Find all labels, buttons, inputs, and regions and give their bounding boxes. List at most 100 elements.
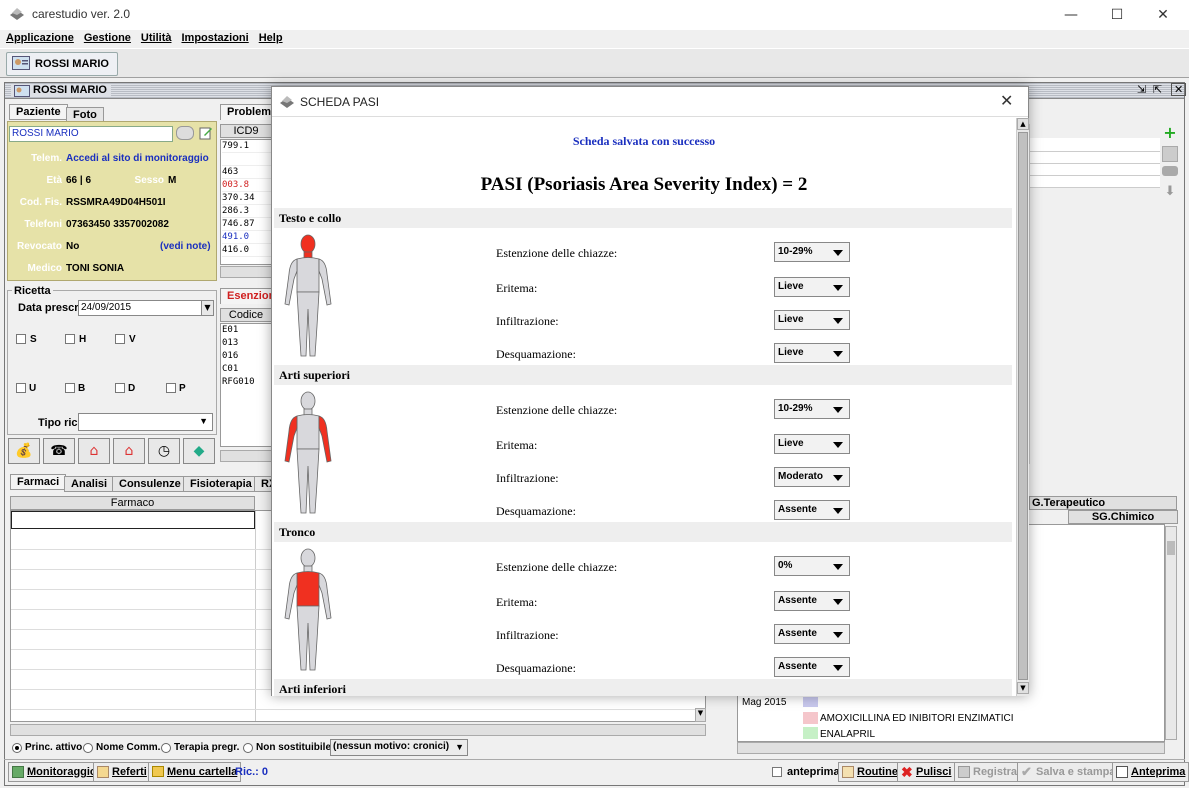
pulisci-button[interactable]: ✖ Pulisci (897, 762, 956, 782)
drug-entry-label[interactable]: ENALAPRIL (820, 729, 875, 740)
menu-gestione[interactable]: Gestione (78, 30, 135, 44)
table-row[interactable]: 370.34 (222, 192, 271, 205)
timeline-hscrollbar[interactable] (737, 742, 1165, 754)
search-patient-icon[interactable] (176, 126, 194, 140)
table-row[interactable]: 799.1 (222, 140, 271, 153)
table-row[interactable] (1030, 152, 1160, 164)
registra-button[interactable]: Registra (954, 762, 1022, 782)
sg-chimico-header[interactable]: SG.Chimico (1068, 510, 1178, 524)
table-row[interactable]: 286.3 (222, 205, 271, 218)
monitoraggio-button[interactable]: Monitoraggio (8, 762, 101, 782)
table-row[interactable] (1030, 176, 1160, 188)
scrollbar-thumb[interactable] (1018, 132, 1028, 680)
document-icon[interactable] (1162, 146, 1178, 162)
salva-stampa-button[interactable]: ✔ Salva e stampa (1017, 762, 1120, 782)
edit-note-icon[interactable] (199, 126, 213, 140)
money-icon[interactable]: 💰 (8, 438, 40, 464)
table-row[interactable]: 463 (222, 166, 271, 179)
field-select[interactable]: Assente (774, 624, 850, 644)
tab-fisioterapia[interactable]: Fisioterapia (183, 476, 259, 492)
minimize-icon[interactable]: — (1048, 4, 1094, 26)
field-select[interactable]: Assente (774, 500, 850, 520)
g-terapeutico-header[interactable]: G.Terapeutico (1029, 496, 1177, 510)
field-select[interactable]: Lieve (774, 343, 850, 363)
field-select[interactable]: Assente (774, 657, 850, 677)
patient-tab[interactable]: ROSSI MARIO (6, 52, 118, 76)
close-icon[interactable]: ✕ (1140, 4, 1186, 26)
table-row[interactable] (1030, 164, 1160, 176)
arrow-down-icon[interactable]: ⬇ (1162, 184, 1178, 200)
field-select[interactable]: 10-29% (774, 242, 850, 262)
drug-entry-label[interactable]: AMOXICILLINA ED INIBITORI ENZIMATICI (820, 713, 1014, 724)
routine-button[interactable]: Routine (838, 762, 902, 782)
motivo-select[interactable]: (nessun motivo: cronici) ▼ (330, 739, 468, 756)
table-row[interactable]: E01 (222, 324, 271, 337)
table-row[interactable]: 003.8 (222, 179, 271, 192)
tipo-ric-select[interactable]: ▼ (78, 413, 213, 431)
checkbox-v[interactable] (115, 334, 125, 344)
icd9-column-header[interactable]: ICD9 (220, 124, 272, 138)
maximize-frame-icon[interactable]: ⇱ (1153, 83, 1162, 96)
tab-paziente[interactable]: Paziente (9, 104, 68, 120)
table-row[interactable]: 013 (222, 337, 271, 350)
menu-applicazione[interactable]: Applicazione (0, 30, 78, 44)
remove-icon[interactable] (1162, 166, 1178, 176)
scroll-down-icon[interactable]: ▼ (695, 708, 706, 722)
menu-cartella-button[interactable]: Menu cartella (148, 762, 242, 782)
table-row[interactable]: 746.87 (222, 218, 271, 231)
table-row[interactable]: C01 (222, 363, 271, 376)
patient-name-field[interactable]: ROSSI MARIO (9, 126, 173, 142)
checkbox-p[interactable] (166, 383, 176, 393)
tab-analisi[interactable]: Analisi (64, 476, 115, 492)
scroll-up-icon[interactable]: ▲ (1017, 118, 1029, 130)
radio-princ-attivo[interactable] (12, 743, 22, 753)
shapes-icon[interactable]: ◆ (183, 438, 215, 464)
checkbox-b[interactable] (65, 383, 75, 393)
maximize-icon[interactable]: ☐ (1094, 4, 1140, 26)
radio-terapia-pregr[interactable] (161, 743, 171, 753)
field-select[interactable]: Lieve (774, 310, 850, 330)
field-select[interactable]: Lieve (774, 434, 850, 454)
add-icon[interactable]: + (1160, 124, 1180, 142)
chevron-down-icon[interactable]: ▼ (201, 300, 214, 316)
table-row[interactable]: 016 (222, 350, 271, 363)
field-select[interactable]: 10-29% (774, 399, 850, 419)
table-row[interactable]: 416.0 (222, 244, 271, 257)
radio-non-sostituibile[interactable] (243, 743, 253, 753)
farmaco-column-header[interactable]: Farmaco (10, 496, 255, 510)
checkbox-h[interactable] (65, 334, 75, 344)
anteprima-button[interactable]: Anteprima (1112, 762, 1189, 782)
menu-help[interactable]: Help (253, 30, 287, 44)
scroll-down-icon[interactable]: ▼ (1017, 682, 1029, 694)
field-select[interactable]: Assente (774, 591, 850, 611)
checkbox-d[interactable] (115, 383, 125, 393)
dialog-vscrollbar[interactable]: ▲ ▼ (1016, 118, 1029, 696)
home-visit-icon[interactable]: ⌂ (113, 438, 145, 464)
close-frame-icon[interactable]: ✕ (1171, 83, 1187, 96)
restore-frame-icon[interactable]: ⇲ (1137, 83, 1146, 96)
farmaco-input[interactable] (11, 511, 255, 529)
data-prescr-field[interactable]: 24/09/2015 (78, 300, 202, 316)
anteprima-checkbox[interactable] (772, 767, 782, 777)
clock-icon[interactable]: ◷ (148, 438, 180, 464)
checkbox-u[interactable] (16, 383, 26, 393)
table-row[interactable] (222, 153, 271, 166)
checkbox-s[interactable] (16, 334, 26, 344)
menu-utilita[interactable]: Utilità (135, 30, 176, 44)
codice-column-header[interactable]: Codice (220, 308, 272, 322)
table-row[interactable]: RFG010 (222, 376, 271, 389)
tab-consulenze[interactable]: Consulenze (112, 476, 188, 492)
monitoring-link[interactable]: Accedi al sito di monitoraggio (66, 153, 209, 164)
home-icon[interactable]: ⌂ (78, 438, 110, 464)
vedi-note-link[interactable]: (vedi note) (160, 241, 211, 252)
phone-icon[interactable]: ☎ (43, 438, 75, 464)
tab-farmaci[interactable]: Farmaci (10, 474, 67, 490)
close-icon[interactable]: ✕ (1000, 91, 1013, 110)
table-row[interactable] (1030, 138, 1160, 152)
field-select[interactable]: Moderato (774, 467, 850, 487)
farmaci-hscrollbar[interactable] (10, 724, 706, 736)
problemi-hscrollbar[interactable] (220, 266, 272, 278)
timeline-vscrollbar[interactable] (1165, 526, 1177, 740)
field-select[interactable]: Lieve (774, 277, 850, 297)
table-row[interactable]: 491.0 (222, 231, 271, 244)
